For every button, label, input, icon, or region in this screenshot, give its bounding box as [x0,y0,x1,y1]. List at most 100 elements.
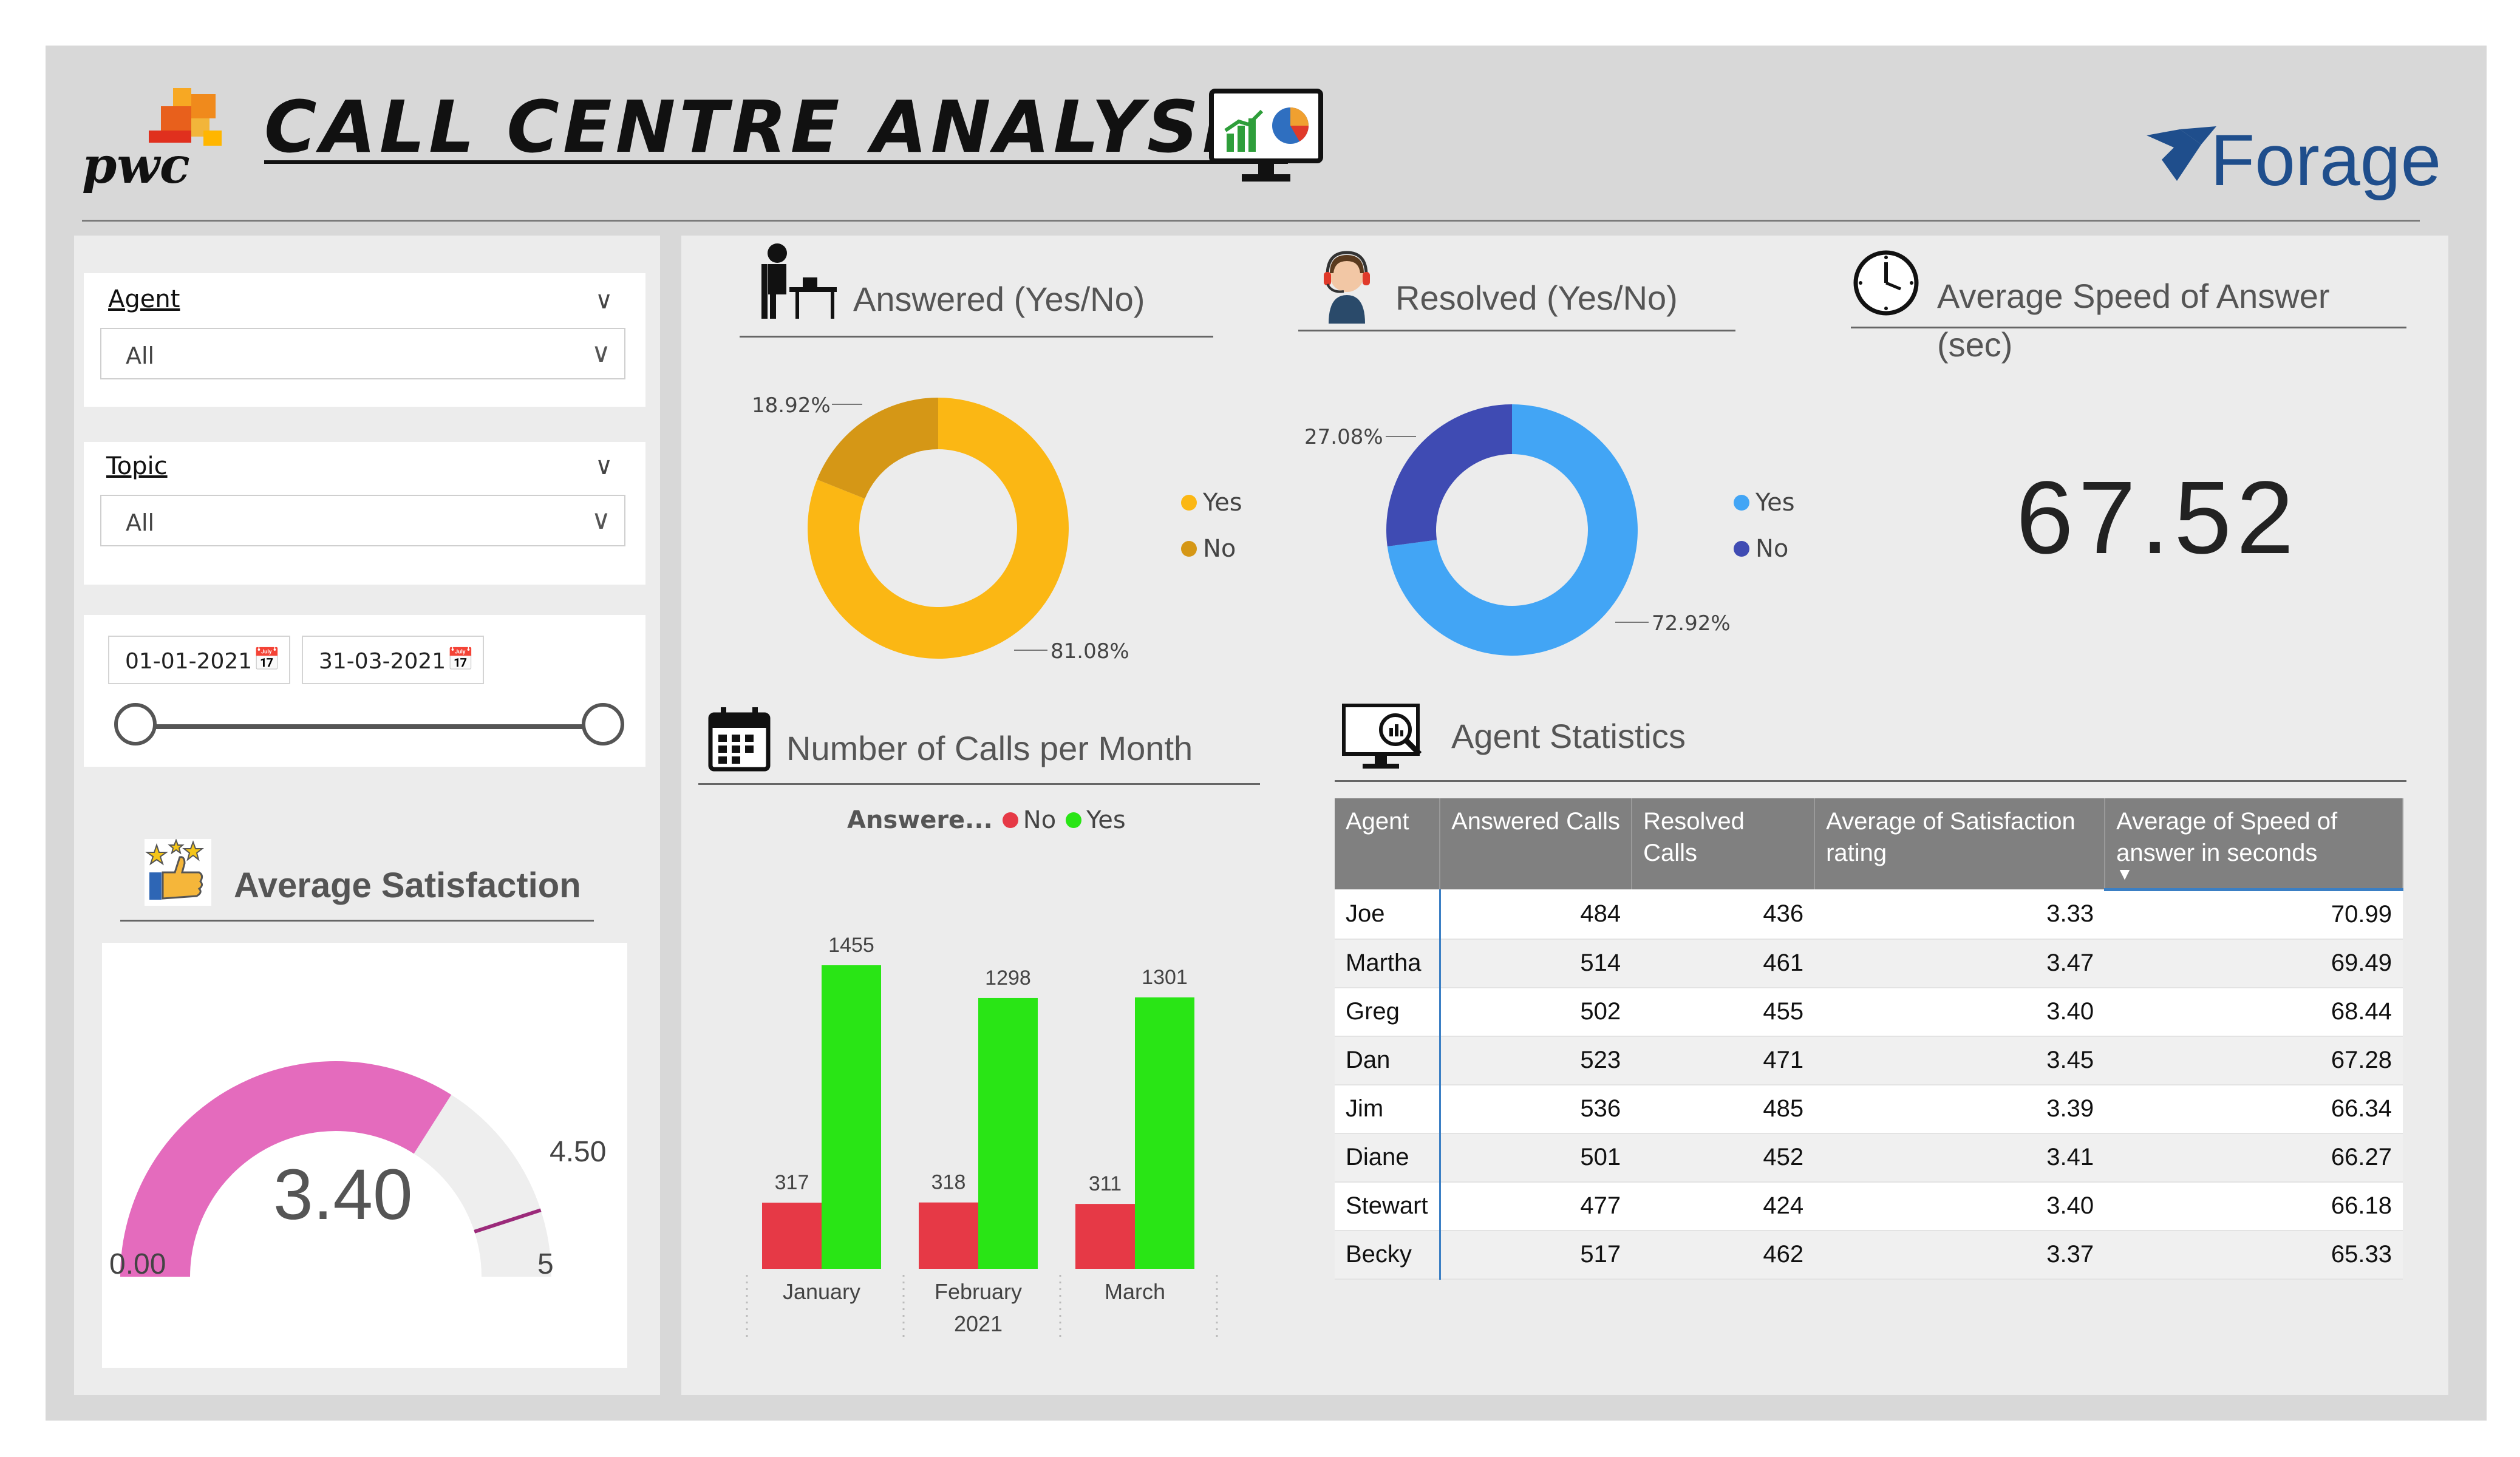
chevron-down-icon: ∨ [591,338,611,368]
bar-data-label: 311 [1089,1172,1122,1195]
cell-speed: 65.33 [2105,1230,2403,1280]
table-row[interactable]: Joe 484 436 3.33 70.99 [1335,889,2403,940]
legend-dot [1734,495,1749,511]
topic-slicer-collapse-icon[interactable]: ∨ [595,452,613,480]
table-row[interactable]: Jim 536 485 3.39 66.34 [1335,1084,2403,1134]
legend-dot [1066,812,1082,828]
legend-item-no[interactable]: No [1002,806,1057,834]
cell-resolved: 455 [1632,987,1815,1037]
cell-speed: 66.34 [2105,1084,2403,1134]
sort-descending-icon: ▼ [2116,864,2133,884]
column-header-answered[interactable]: Answered Calls [1440,798,1633,889]
cell-satisfaction: 3.41 [1814,1133,2105,1183]
cell-agent: Martha [1335,939,1441,988]
pwc-logo-text: pwc [82,137,190,195]
cell-agent: Joe [1335,889,1441,940]
agent-stats-table[interactable]: Agent Answered Calls Resolved Calls Aver… [1335,798,2403,1280]
resolved-yes-label: 72.92% [1652,611,1731,636]
calendar-large-icon [707,705,771,772]
answered-title: Answered (Yes/No) [853,280,1145,318]
bar-data-label: 1301 [1142,966,1188,989]
donut-slice-no[interactable] [1386,404,1512,546]
calls-legend-title: Answere... [847,806,993,834]
table-row[interactable]: Stewart 477 424 3.40 66.18 [1335,1181,2403,1231]
column-header-satisfaction[interactable]: Average of Satisfaction rating [1814,798,2106,889]
cell-speed: 66.27 [2105,1133,2403,1183]
calendar-icon: 📅 [447,647,474,672]
cell-speed: 66.18 [2105,1181,2403,1231]
cell-resolved: 462 [1632,1230,1815,1280]
agent-dropdown[interactable]: All ∨ [100,328,625,379]
legend-dot [1002,812,1018,828]
legend-label: No [1023,806,1057,834]
end-date-field[interactable]: 31-03-2021 📅 [302,636,484,684]
cell-answered: 502 [1440,987,1632,1037]
x-axis-year-label: 2021 [954,1311,1003,1336]
answered-divider [740,336,1213,338]
legend-item-yes[interactable]: Yes [1066,806,1126,834]
column-header-agent[interactable]: Agent [1335,798,1441,889]
legend-item-no[interactable]: No [1734,535,1795,563]
agent-stats-table-wrapper: Agent Answered Calls Resolved Calls Aver… [1335,798,2403,1280]
column-header-resolved[interactable]: Resolved Calls [1632,798,1816,889]
speed-divider [1851,327,2406,328]
resolved-legend: Yes No [1734,489,1795,563]
bar-yes-march[interactable] [1135,997,1194,1269]
cell-resolved: 452 [1632,1133,1815,1183]
bar-data-label: 1455 [828,934,874,957]
answered-yes-leader [1014,650,1047,651]
forage-logo-text: Forage [2210,120,2442,201]
answered-yes-label: 81.08% [1051,639,1129,664]
cell-answered: 517 [1440,1230,1632,1280]
legend-label: Yes [1755,489,1795,517]
bar-yes-january[interactable] [822,965,881,1269]
legend-dot [1181,495,1197,511]
cell-agent: Stewart [1335,1181,1441,1231]
date-range-start-handle[interactable] [114,703,157,745]
resolved-title: Resolved (Yes/No) [1395,279,1678,317]
table-header-row: Agent Answered Calls Resolved Calls Aver… [1335,798,2403,891]
legend-dot [1181,541,1197,557]
legend-label: No [1203,535,1236,563]
agent-slicer-collapse-icon[interactable]: ∨ [595,287,613,314]
legend-item-yes[interactable]: Yes [1181,489,1242,517]
column-header-speed[interactable]: Average of Speed of answer in seconds ▼ [2105,798,2403,891]
agent-at-desk-icon [753,240,838,325]
legend-item-no[interactable]: No [1181,535,1242,563]
calls-title: Number of Calls per Month [786,729,1193,767]
cell-resolved: 471 [1632,1036,1815,1085]
cell-answered: 536 [1440,1084,1632,1134]
pwc-logo: pwc [82,82,234,203]
bar-data-label: 1298 [985,966,1031,990]
bar-no-march[interactable] [1075,1204,1135,1269]
x-tick-label: February [935,1279,1022,1304]
legend-item-yes[interactable]: Yes [1734,489,1795,517]
table-row[interactable]: Greg 502 455 3.40 68.44 [1335,987,2403,1037]
table-row[interactable]: Dan 523 471 3.45 67.28 [1335,1036,2403,1085]
date-range-end-handle[interactable] [582,703,624,745]
start-date-value: 01-01-2021 [125,649,253,674]
legend-label: Yes [1086,806,1126,834]
agent-slicer-label: Agent [108,285,180,313]
cell-answered: 484 [1440,889,1632,940]
cell-satisfaction: 3.33 [1814,889,2105,940]
analytics-monitor-icon [1208,88,1324,188]
cell-satisfaction: 3.39 [1814,1084,2105,1134]
support-agent-headset-icon [1316,248,1377,324]
average-satisfaction-title: Average Satisfaction [234,866,581,905]
bar-no-january[interactable] [762,1203,822,1269]
speed-title: Average Speed of Answer (sec) [1937,277,2330,364]
thumbs-up-stars-icon [145,838,211,906]
bar-yes-february[interactable] [978,997,1038,1269]
table-row[interactable]: Diane 501 452 3.41 66.27 [1335,1133,2403,1183]
cell-answered: 514 [1440,939,1632,988]
donut-slice-no[interactable] [817,398,938,499]
bar-no-february[interactable] [919,1202,978,1269]
start-date-field[interactable]: 01-01-2021 📅 [108,636,290,684]
table-row[interactable]: Martha 514 461 3.47 69.49 [1335,939,2403,988]
cell-resolved: 424 [1632,1181,1815,1231]
x-tick-label: January [783,1279,860,1304]
table-row[interactable]: Becky 517 462 3.37 65.33 [1335,1230,2403,1280]
resolved-no-label: 27.08% [1304,425,1383,449]
topic-dropdown[interactable]: All ∨ [100,495,625,546]
